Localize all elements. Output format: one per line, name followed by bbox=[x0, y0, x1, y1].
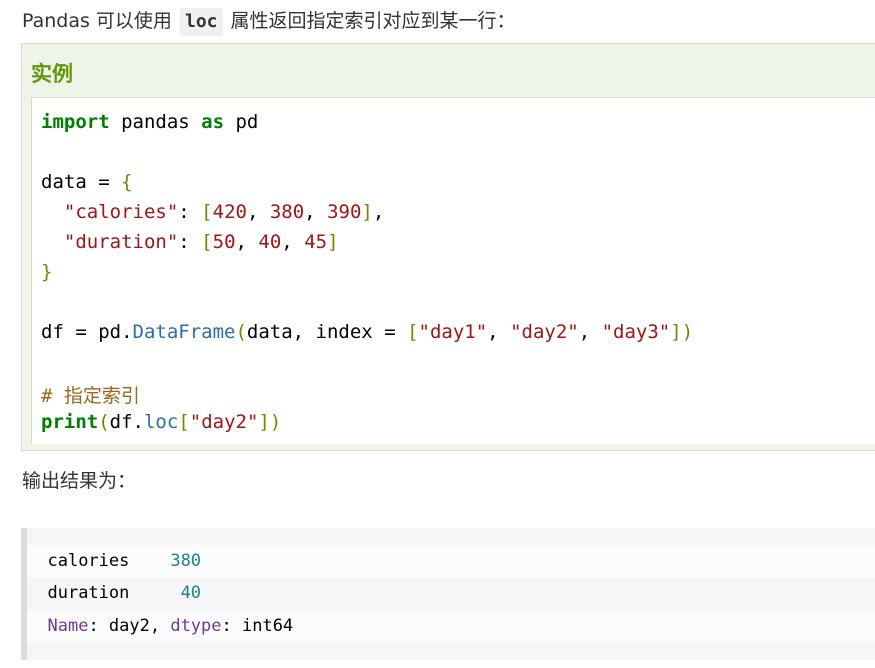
example-box: 实例 import pandas as pd data = { "calorie… bbox=[21, 43, 875, 451]
intro-prefix: Pandas 可以使用 bbox=[22, 10, 178, 32]
output-row-meta: Name: day2, dtype: int64 bbox=[27, 610, 875, 642]
code-line-11: print(df.loc["day2"]) bbox=[41, 411, 282, 433]
code-line-8: df = pd.DataFrame(data, index = ["day1",… bbox=[41, 321, 694, 343]
output-block: calories 380 duration 40 Name: day2, dty… bbox=[21, 528, 875, 660]
code-line-4: "calories": [420, 380, 390], bbox=[63, 201, 385, 223]
code-line-5: "duration": [50, 40, 45] bbox=[63, 231, 339, 253]
code-line-6: } bbox=[41, 261, 53, 283]
output-label: 输出结果为： bbox=[22, 470, 137, 492]
output-row-duration: duration 40 bbox=[47, 583, 202, 603]
inline-code-loc: loc bbox=[179, 8, 223, 36]
output-row-calories: calories 380 bbox=[27, 545, 875, 577]
code-line-1: import pandas as pd bbox=[41, 111, 259, 133]
code-line-3: data = { bbox=[41, 171, 133, 193]
code-line-10-comment: # 指定索引 bbox=[41, 385, 140, 407]
code-block: import pandas as pd data = { "calories":… bbox=[31, 97, 875, 444]
example-title: 实例 bbox=[31, 62, 73, 86]
intro-suffix: 属性返回指定索引对应到某一行： bbox=[224, 10, 516, 32]
intro-text: Pandas 可以使用 loc 属性返回指定索引对应到某一行： bbox=[22, 6, 516, 36]
